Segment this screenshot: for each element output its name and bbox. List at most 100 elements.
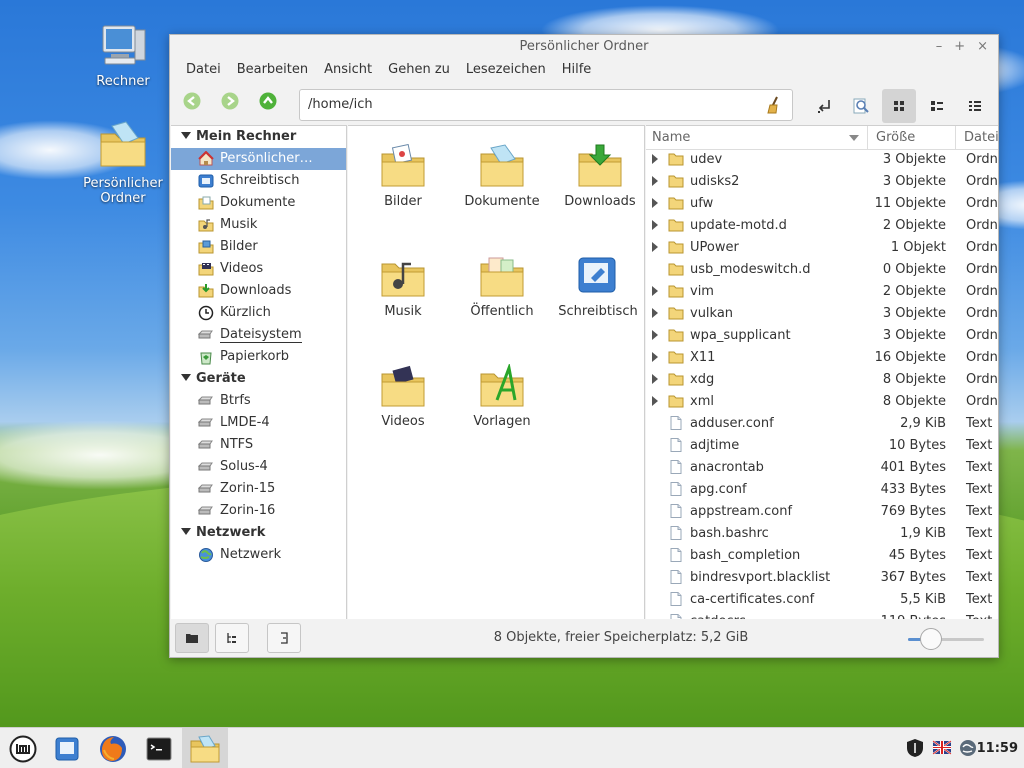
list-row[interactable]: vulkan 3 Objekte Ordne [646, 302, 998, 324]
sidebar-section-my-computer[interactable]: Mein Rechner [171, 126, 346, 148]
sidebar-item-filesystem[interactable]: Dateisystem [171, 324, 346, 346]
location-bar[interactable]: /home/ich [299, 89, 793, 121]
show-tree-button[interactable] [215, 623, 249, 653]
list-row[interactable]: usb_modeswitch.d 0 Objekte Ordne [646, 258, 998, 280]
title-bar[interactable]: Persönlicher Ordner – + × [170, 35, 998, 59]
list-row[interactable]: adjtime 10 Bytes Text [646, 434, 998, 456]
icon-view-button[interactable] [882, 89, 916, 123]
menu-ansicht[interactable]: Ansicht [316, 59, 380, 81]
sidebar-item-videos[interactable]: Videos [171, 258, 346, 280]
shield-icon[interactable] [905, 738, 925, 758]
menu-lesezeichen[interactable]: Lesezeichen [458, 59, 554, 81]
sidebar-item-trash[interactable]: Papierkorb [171, 346, 346, 368]
folder-item-musik[interactable]: Musik [353, 254, 453, 319]
list-row[interactable]: bash.bashrc 1,9 KiB Text [646, 522, 998, 544]
folder-item-downloads[interactable]: Downloads [550, 144, 650, 209]
list-row[interactable]: catdocrc119 BytesText [646, 610, 998, 619]
network-tray-icon[interactable] [958, 738, 978, 758]
sidebar-item-ntfs[interactable]: NTFS [171, 434, 346, 456]
list-view-button[interactable] [920, 89, 954, 123]
menu-hilfe[interactable]: Hilfe [554, 59, 600, 81]
sidebar-item-music[interactable]: Musik [171, 214, 346, 236]
folder-item-dokumente[interactable]: Dokumente [452, 144, 552, 209]
menu-button[interactable] [0, 728, 46, 768]
folder-item-bilder[interactable]: Bilder [353, 144, 453, 209]
list-row[interactable]: anacrontab 401 Bytes Text [646, 456, 998, 478]
expander[interactable] [646, 352, 664, 362]
search-button[interactable] [844, 89, 878, 123]
menu-gehen-zu[interactable]: Gehen zu [380, 59, 458, 81]
folder-item-schreibtisch[interactable]: Schreibtisch [548, 254, 648, 319]
expander[interactable] [646, 198, 664, 208]
list-row[interactable]: wpa_supplicant 3 Objekte Ordne [646, 324, 998, 346]
expander[interactable] [646, 242, 664, 252]
list-row[interactable]: bash_completion 45 Bytes Text [646, 544, 998, 566]
list-row[interactable]: xdg 8 Objekte Ordne [646, 368, 998, 390]
column-header-type[interactable]: Datei [956, 126, 998, 149]
sidebar-item-pictures[interactable]: Bilder [171, 236, 346, 258]
list-row[interactable]: update-motd.d 2 Objekte Ordne [646, 214, 998, 236]
sidebar-item-zorin-16[interactable]: Zorin-16 [171, 500, 346, 522]
clock[interactable]: 11:59 [977, 728, 1018, 768]
toggle-sidebar-button[interactable] [267, 623, 301, 653]
folder-item-vorlagen[interactable]: Vorlagen [452, 364, 552, 429]
maximize-button[interactable]: + [954, 35, 965, 59]
sidebar-item-btrfs[interactable]: Btrfs [171, 390, 346, 412]
minimize-button[interactable]: – [936, 35, 943, 59]
broom-icon[interactable] [766, 96, 782, 114]
sidebar-item-desktop[interactable]: Schreibtisch [171, 170, 346, 192]
sidebar-item-home[interactable]: Persönlicher… [171, 148, 346, 170]
list-row[interactable]: ca-certificates.conf 5,5 KiB Text [646, 588, 998, 610]
expander[interactable] [646, 286, 664, 296]
close-button[interactable]: × [977, 35, 988, 59]
sidebar-item-label: Papierkorb [220, 349, 290, 364]
show-places-button[interactable] [175, 623, 209, 653]
list-row[interactable]: adduser.conf 2,9 KiB Text [646, 412, 998, 434]
taskbar-app-desktop[interactable] [44, 728, 90, 768]
up-icon[interactable] [259, 92, 277, 110]
sidebar-item-documents[interactable]: Dokumente [171, 192, 346, 214]
back-icon[interactable] [183, 92, 201, 110]
list-row[interactable]: appstream.conf 769 Bytes Text [646, 500, 998, 522]
expander[interactable] [646, 154, 664, 164]
taskbar-app-firefox[interactable] [90, 728, 136, 768]
desktop-icon-home[interactable]: Persönlicher Ordner [75, 120, 171, 206]
folder-item-oeffentlich[interactable]: Öffentlich [452, 254, 552, 319]
list-row[interactable]: udisks2 3 Objekte Ordne [646, 170, 998, 192]
sidebar-item-downloads[interactable]: Downloads [171, 280, 346, 302]
keyboard-layout-icon[interactable] [932, 738, 952, 758]
list-row[interactable]: apg.conf 433 Bytes Text [646, 478, 998, 500]
list-row[interactable]: xml 8 Objekte Ordne [646, 390, 998, 412]
expander[interactable] [646, 220, 664, 230]
expander[interactable] [646, 330, 664, 340]
forward-icon[interactable] [221, 92, 239, 110]
list-row[interactable]: ufw 11 Objekte Ordne [646, 192, 998, 214]
list-row[interactable]: bindresvport.blacklist 367 Bytes Text [646, 566, 998, 588]
sidebar-section-devices[interactable]: Geräte [171, 368, 346, 390]
sidebar-item-lmde-4[interactable]: LMDE-4 [171, 412, 346, 434]
toggle-location-button[interactable] [808, 89, 842, 123]
sidebar-item-zorin-15[interactable]: Zorin-15 [171, 478, 346, 500]
column-header-name[interactable]: Name [646, 126, 868, 149]
sidebar-item-recent[interactable]: Kürzlich [171, 302, 346, 324]
list-row[interactable]: vim 2 Objekte Ordne [646, 280, 998, 302]
expander[interactable] [646, 308, 664, 318]
menu-datei[interactable]: Datei [178, 59, 229, 81]
taskbar-app-terminal[interactable] [136, 728, 182, 768]
menu-bearbeiten[interactable]: Bearbeiten [229, 59, 316, 81]
zoom-slider-handle[interactable] [919, 628, 942, 650]
taskbar-app-files[interactable] [182, 728, 228, 768]
expander[interactable] [646, 374, 664, 384]
sidebar-section-network[interactable]: Netzwerk [171, 522, 346, 544]
expander[interactable] [646, 176, 664, 186]
compact-view-button[interactable] [958, 89, 992, 123]
folder-item-videos[interactable]: Videos [353, 364, 453, 429]
list-row[interactable]: X11 16 Objekte Ordne [646, 346, 998, 368]
sidebar-item-network[interactable]: Netzwerk [171, 544, 346, 566]
column-header-size[interactable]: Größe [868, 126, 956, 149]
list-row[interactable]: UPower 1 Objekt Ordne [646, 236, 998, 258]
desktop-icon-computer[interactable]: Rechner [75, 22, 171, 89]
sidebar-item-solus-4[interactable]: Solus-4 [171, 456, 346, 478]
expander[interactable] [646, 396, 664, 406]
list-row[interactable]: udev 3 Objekte Ordne [646, 148, 998, 170]
